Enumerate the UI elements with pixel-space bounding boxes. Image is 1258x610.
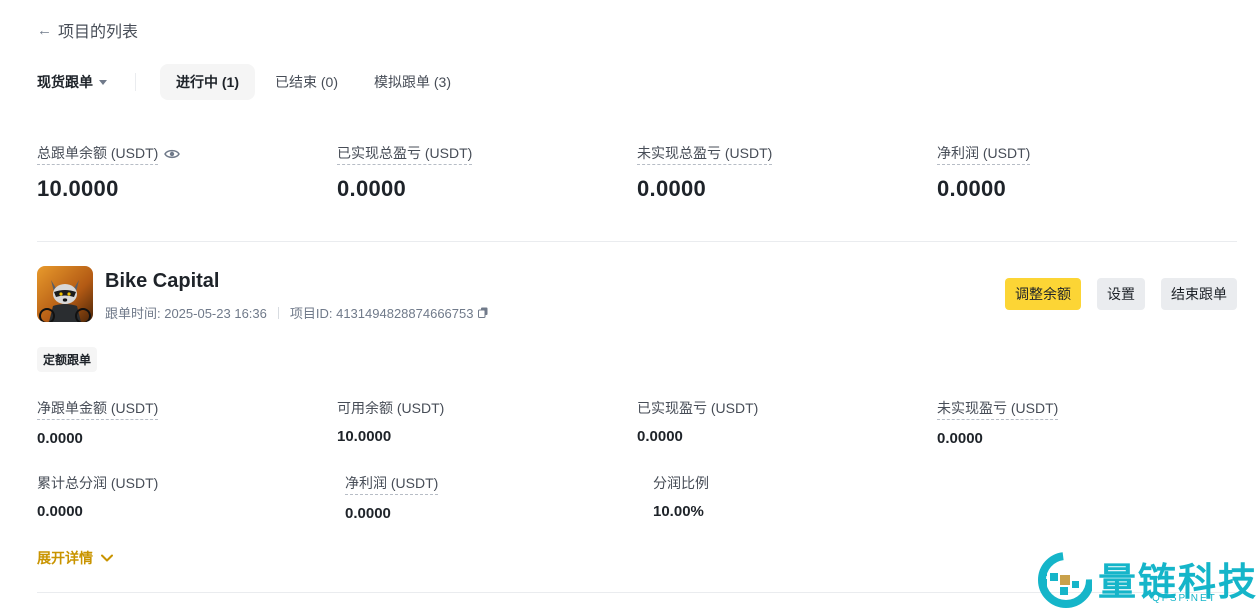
tab-ended[interactable]: 已结束 (0) bbox=[259, 64, 354, 100]
stat-realized-pnl: 已实现总盈亏 (USDT) 0.0000 bbox=[337, 143, 637, 202]
stat-net-profit: 净利润 (USDT) 0.0000 bbox=[937, 143, 1237, 202]
detail-total-profit-share: 累计总分润 (USDT) 0.0000 bbox=[37, 473, 345, 522]
chevron-down-icon bbox=[101, 554, 113, 562]
tabs-row: 现货跟单 进行中 (1) 已结束 (0) 模拟跟单 (3) bbox=[37, 64, 471, 100]
detail-value: 0.0000 bbox=[637, 428, 683, 445]
back-label: 项目的列表 bbox=[58, 24, 139, 41]
tab-in-progress[interactable]: 进行中 (1) bbox=[160, 64, 255, 100]
detail-value: 10.0000 bbox=[337, 428, 392, 445]
watermark-sub: QFSP.NET bbox=[1152, 593, 1217, 604]
stat-value: 0.0000 bbox=[937, 176, 1007, 201]
meta-separator bbox=[277, 306, 279, 319]
detail-available-balance: 可用余额 (USDT) 10.0000 bbox=[337, 398, 637, 447]
stat-unrealized-pnl: 未实现总盈亏 (USDT) 0.0000 bbox=[637, 143, 937, 202]
project-card-header: Bike Capital 跟单时间: 2025-05-23 16:36 项目ID… bbox=[37, 266, 1237, 324]
section-divider bbox=[37, 241, 1237, 242]
watermark: 量链科技 QFSP.NET bbox=[1036, 549, 1258, 610]
expand-details-link[interactable]: 展开详情 bbox=[37, 548, 113, 568]
detail-label[interactable]: 未实现盈亏 (USDT) bbox=[937, 398, 1059, 420]
stat-label[interactable]: 未实现总盈亏 (USDT) bbox=[637, 143, 773, 165]
stat-value: 10.0000 bbox=[37, 176, 119, 201]
expand-label: 展开详情 bbox=[37, 550, 93, 566]
detail-profit-share-ratio: 分润比例 10.00% bbox=[653, 473, 961, 522]
stat-label[interactable]: 总跟单余额 (USDT) bbox=[37, 143, 159, 165]
detail-label: 已实现盈亏 (USDT) bbox=[637, 400, 759, 416]
detail-label: 累计总分润 (USDT) bbox=[37, 475, 159, 491]
copy-type-select[interactable]: 现货跟单 bbox=[37, 72, 107, 92]
arrow-left-icon: ← bbox=[37, 21, 52, 39]
detail-value: 10.00% bbox=[653, 503, 704, 520]
project-name[interactable]: Bike Capital bbox=[105, 270, 219, 293]
avatar[interactable] bbox=[37, 266, 93, 322]
detail-value: 0.0000 bbox=[37, 430, 83, 447]
detail-label: 可用余额 (USDT) bbox=[337, 400, 445, 416]
detail-label: 分润比例 bbox=[653, 475, 709, 491]
project-actions: 调整余额 设置 结束跟单 bbox=[1005, 278, 1237, 310]
summary-stats: 总跟单余额 (USDT) 10.0000 已实现总盈亏 (USDT) 0.000… bbox=[37, 143, 1237, 202]
detail-net-profit: 净利润 (USDT) 0.0000 bbox=[345, 473, 653, 522]
copy-icon[interactable] bbox=[478, 307, 488, 318]
adjust-balance-button[interactable]: 调整余额 bbox=[1005, 278, 1081, 310]
stat-label[interactable]: 已实现总盈亏 (USDT) bbox=[337, 143, 473, 165]
project-id: 项目ID: 4131494828874666753 bbox=[289, 306, 474, 321]
detail-label[interactable]: 净利润 (USDT) bbox=[345, 473, 439, 495]
stat-value: 0.0000 bbox=[637, 176, 707, 201]
detail-label[interactable]: 净跟单金额 (USDT) bbox=[37, 398, 159, 420]
stat-total-balance: 总跟单余额 (USDT) 10.0000 bbox=[37, 143, 337, 202]
back-to-project-list[interactable]: ← 项目的列表 bbox=[37, 18, 138, 42]
copy-time: 跟单时间: 2025-05-23 16:36 bbox=[105, 306, 267, 321]
detail-value: 0.0000 bbox=[345, 505, 391, 522]
watermark-logo-icon bbox=[1038, 552, 1092, 608]
project-meta: 跟单时间: 2025-05-23 16:36 项目ID: 41314948288… bbox=[105, 303, 488, 322]
details-row-1: 净跟单金额 (USDT) 0.0000 可用余额 (USDT) 10.0000 … bbox=[37, 398, 1237, 447]
eye-icon[interactable] bbox=[164, 148, 181, 160]
settings-button[interactable]: 设置 bbox=[1097, 278, 1145, 310]
tab-simulated[interactable]: 模拟跟单 (3) bbox=[358, 64, 467, 100]
detail-value: 0.0000 bbox=[37, 503, 83, 520]
end-copy-button[interactable]: 结束跟单 bbox=[1161, 278, 1237, 310]
detail-unrealized-pnl: 未实现盈亏 (USDT) 0.0000 bbox=[937, 398, 1237, 447]
copy-mode-badge: 定额跟单 bbox=[37, 347, 98, 372]
stat-label[interactable]: 净利润 (USDT) bbox=[937, 143, 1031, 165]
detail-net-copy-amount: 净跟单金额 (USDT) 0.0000 bbox=[37, 398, 337, 447]
divider bbox=[135, 73, 136, 91]
stat-value: 0.0000 bbox=[337, 176, 407, 201]
detail-value: 0.0000 bbox=[937, 430, 983, 447]
copy-type-label: 现货跟单 bbox=[37, 74, 93, 90]
details-row-2: 累计总分润 (USDT) 0.0000 净利润 (USDT) 0.0000 分润… bbox=[37, 473, 1237, 522]
detail-realized-pnl: 已实现盈亏 (USDT) 0.0000 bbox=[637, 398, 937, 447]
caret-down-icon bbox=[99, 80, 107, 85]
